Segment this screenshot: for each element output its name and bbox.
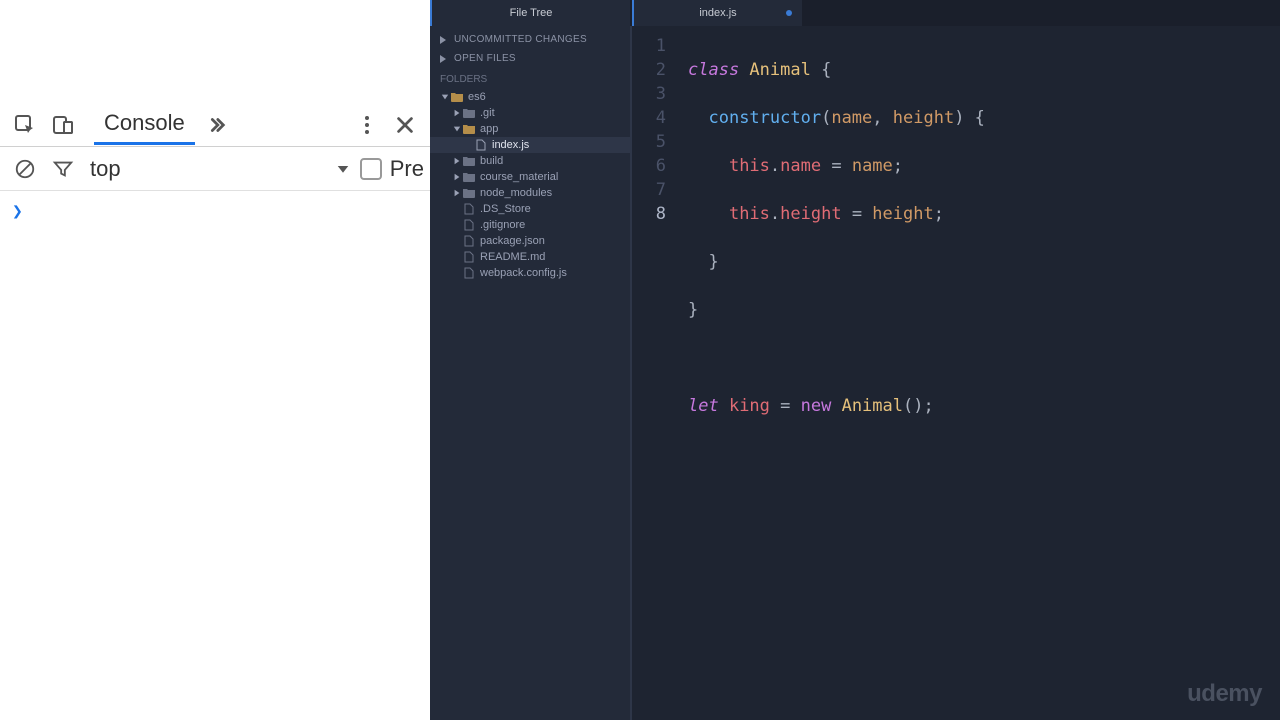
folder-icon	[462, 156, 476, 166]
inspect-icon[interactable]	[6, 106, 44, 144]
line-number: 3	[632, 82, 666, 106]
tab-file-tree-label: File Tree	[510, 7, 553, 19]
file-readme-label: README.md	[480, 251, 545, 263]
watermark: udemy	[1187, 680, 1262, 708]
file-indexjs[interactable]: index.js	[430, 137, 630, 153]
tab-console[interactable]: Console	[94, 104, 195, 145]
file-packagejson-label: package.json	[480, 235, 545, 247]
devtools-toolbar: Console	[0, 103, 430, 147]
folder-icon	[462, 108, 476, 118]
device-toggle-icon[interactable]	[44, 106, 82, 144]
line-number: 4	[632, 106, 666, 130]
preserve-log-label: Pre	[390, 156, 424, 182]
folder-app[interactable]: app	[430, 121, 630, 137]
folder-node-modules-label: node_modules	[480, 187, 552, 199]
tab-file-tree[interactable]: File Tree	[430, 0, 630, 26]
kebab-menu-icon[interactable]	[348, 106, 386, 144]
file-icon	[462, 235, 476, 247]
file-dsstore-label: .DS_Store	[480, 203, 531, 215]
file-icon	[474, 139, 488, 151]
tab-indexjs[interactable]: index.js	[632, 0, 802, 26]
folder-course-material-label: course_material	[480, 171, 558, 183]
preserve-log-checkbox[interactable]	[360, 158, 382, 180]
folder-git-label: .git	[480, 107, 495, 119]
folder-icon	[462, 172, 476, 182]
console-prompt-icon: ❯	[12, 201, 23, 222]
file-readme[interactable]: README.md	[430, 249, 630, 265]
close-icon[interactable]	[386, 106, 424, 144]
code-content[interactable]: class Animal { constructor(name, height)…	[676, 26, 1280, 720]
file-icon	[462, 251, 476, 263]
folder-node-modules[interactable]: node_modules	[430, 185, 630, 201]
line-number: 7	[632, 178, 666, 202]
context-select[interactable]: top	[90, 156, 352, 182]
file-packagejson[interactable]: package.json	[430, 233, 630, 249]
file-webpack-label: webpack.config.js	[480, 267, 567, 279]
file-indexjs-label: index.js	[492, 139, 529, 151]
section-uncommitted-label: Uncommitted Changes	[454, 34, 587, 45]
folder-root[interactable]: es6	[430, 89, 630, 105]
line-gutter: 1 2 3 4 5 6 7 8	[630, 26, 676, 720]
filter-icon[interactable]	[44, 150, 82, 188]
folder-icon	[462, 124, 476, 134]
section-uncommitted[interactable]: Uncommitted Changes	[430, 30, 630, 49]
editor-panel: File Tree index.js Uncommitted Changes O…	[430, 0, 1280, 720]
code-area[interactable]: 1 2 3 4 5 6 7 8 class Animal { construct…	[630, 26, 1280, 720]
editor-tabs-row: File Tree index.js	[430, 0, 1280, 26]
section-open-files-label: Open Files	[454, 53, 516, 64]
folder-build-label: build	[480, 155, 503, 167]
file-icon	[462, 267, 476, 279]
devtools-filter-bar: top Pre	[0, 147, 430, 191]
file-icon	[462, 219, 476, 231]
folder-root-label: es6	[468, 91, 486, 103]
clear-console-icon[interactable]	[6, 150, 44, 188]
section-open-files[interactable]: Open Files	[430, 49, 630, 68]
devtools-tabs: Console	[94, 104, 227, 145]
more-tabs-icon[interactable]	[205, 114, 227, 136]
editor-body: Uncommitted Changes Open Files Folders e…	[430, 26, 1280, 720]
file-dsstore[interactable]: .DS_Store	[430, 201, 630, 217]
line-number: 8	[632, 202, 666, 226]
console-output[interactable]: ❯	[0, 191, 430, 720]
folders-heading: Folders	[430, 68, 630, 89]
line-number: 2	[632, 58, 666, 82]
file-gitignore-label: .gitignore	[480, 219, 525, 231]
devtools-blank-area	[0, 0, 430, 103]
tab-indexjs-label: index.js	[699, 7, 736, 19]
file-icon	[462, 203, 476, 215]
line-number: 5	[632, 130, 666, 154]
file-gitignore[interactable]: .gitignore	[430, 217, 630, 233]
file-tree-sidebar: Uncommitted Changes Open Files Folders e…	[430, 26, 630, 720]
context-select-label: top	[90, 156, 121, 182]
line-number: 6	[632, 154, 666, 178]
folder-app-label: app	[480, 123, 498, 135]
line-number: 1	[632, 34, 666, 58]
folder-icon	[450, 92, 464, 102]
folder-icon	[462, 188, 476, 198]
devtools-panel: Console top Pre ❯	[0, 0, 430, 720]
folder-course-material[interactable]: course_material	[430, 169, 630, 185]
unsaved-dot-icon	[786, 10, 792, 16]
folder-build[interactable]: build	[430, 153, 630, 169]
file-webpack[interactable]: webpack.config.js	[430, 265, 630, 281]
folder-git[interactable]: .git	[430, 105, 630, 121]
